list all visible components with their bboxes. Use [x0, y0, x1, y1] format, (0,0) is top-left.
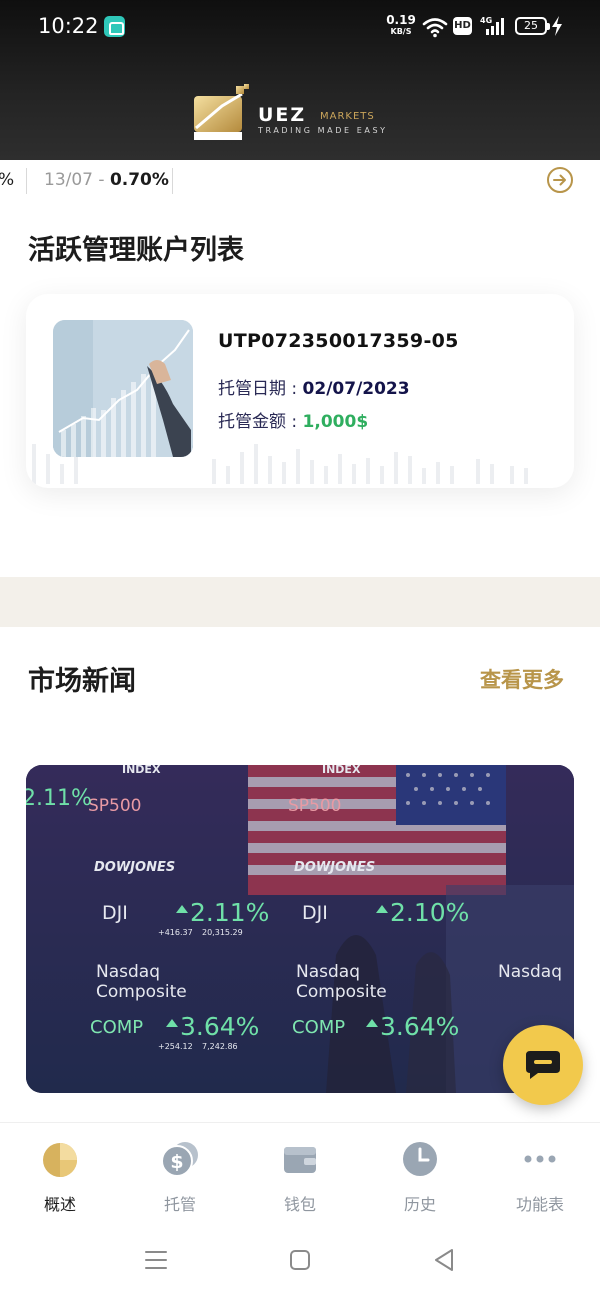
home-icon[interactable]	[280, 1240, 320, 1280]
news-nasdaq-label: Nasdaq	[498, 962, 562, 982]
network-type: 4G	[480, 16, 492, 25]
account-thumbnail-image	[53, 320, 193, 457]
clock-icon	[403, 1142, 437, 1176]
system-navigation-bar	[0, 1222, 600, 1300]
news-index-label: INDEX	[322, 765, 361, 776]
bottom-tab-bar: 概述 $ 托管 钱包 历史 功能表	[0, 1122, 600, 1222]
news-dji-label: DJI	[302, 902, 328, 924]
news-comp-label: COMP	[90, 1017, 143, 1038]
cellular-signal-icon: 4G	[480, 16, 504, 35]
news-edge-pct: 2.11%	[26, 786, 92, 811]
news-composite-label: Composite	[296, 982, 387, 1002]
brand-tagline: TRADING MADE EASY	[258, 126, 388, 135]
stock-board-photo: INDEX INDEX SP500 SP500 DOWJONES DOWJONE…	[26, 765, 574, 1093]
news-comp-pct: 3.64%	[380, 1012, 459, 1041]
active-accounts-title: 活跃管理账户列表	[28, 235, 244, 266]
network-speed-value: 0.19	[386, 13, 416, 27]
chat-support-button[interactable]	[503, 1025, 583, 1105]
news-comp-label: COMP	[292, 1017, 345, 1038]
hd-badge: HD	[453, 17, 472, 35]
ticker-item: %	[0, 170, 14, 190]
tab-menu[interactable]: 功能表	[480, 1123, 600, 1223]
more-dots-icon	[524, 1155, 556, 1163]
ticker-next-arrow-icon[interactable]	[546, 166, 574, 194]
rate-ticker[interactable]: % 13/07 - 0.70%	[0, 160, 600, 204]
ticker-date: 13/07 -	[44, 170, 110, 190]
news-small-figure: +254.12	[158, 1042, 193, 1051]
battery-indicator: 25	[515, 17, 550, 35]
back-icon[interactable]	[424, 1240, 464, 1280]
news-small-figure: 7,242.86	[202, 1042, 238, 1051]
charging-bolt-icon	[552, 16, 562, 36]
tab-label: 托管	[163, 1195, 196, 1214]
ticker-item: 13/07 - 0.70%	[44, 170, 169, 190]
news-small-figure: 20,315.29	[202, 928, 243, 937]
news-card-image[interactable]: INDEX INDEX SP500 SP500 DOWJONES DOWJONE…	[26, 765, 574, 1093]
custody-amount-value: 1,000$	[302, 412, 369, 432]
wallet-icon	[284, 1147, 316, 1173]
tab-label: 功能表	[515, 1195, 564, 1214]
brand-logo: UEZ MARKETS TRADING MADE EASY	[192, 82, 392, 144]
network-speed: 0.19 KB/S	[386, 14, 416, 36]
managed-account-card[interactable]: UTP072350017359-05 托管日期 : 02/07/2023 托管金…	[26, 294, 574, 488]
news-small-figure: +416.37	[158, 928, 193, 937]
ticker-value: 0.70%	[109, 170, 169, 190]
app-header: 10:22 0.19 KB/S HD 4G 25 UEZ MARKETS TRA…	[0, 0, 600, 160]
custody-amount-label: 托管金额 :	[218, 412, 303, 432]
custody-date-row: 托管日期 : 02/07/2023	[218, 374, 410, 399]
news-dji-pct: 2.11%	[190, 898, 269, 927]
tab-custody[interactable]: $ 托管	[120, 1123, 240, 1223]
view-more-link[interactable]: 查看更多	[480, 664, 564, 694]
news-sp500-label: SP500	[288, 796, 342, 816]
svg-text:$: $	[170, 1151, 183, 1173]
news-composite-label: Composite	[96, 982, 187, 1002]
chat-bubble-icon	[526, 1051, 560, 1079]
tab-history[interactable]: 历史	[360, 1123, 480, 1223]
status-bar: 10:22 0.19 KB/S HD 4G 25	[0, 0, 600, 56]
pie-chart-icon	[43, 1143, 77, 1177]
news-dji-label: DJI	[102, 902, 128, 924]
status-time: 10:22	[38, 14, 99, 38]
brand-name: UEZ	[258, 104, 307, 126]
rising-chart-illustration	[53, 320, 193, 457]
tab-label: 概述	[43, 1195, 76, 1214]
news-nasdaq-label: Nasdaq	[96, 962, 160, 982]
logo-mark-icon	[194, 84, 249, 140]
news-dji-pct: 2.10%	[390, 898, 469, 927]
tab-label: 钱包	[283, 1195, 316, 1214]
market-news-title: 市场新闻	[28, 666, 136, 697]
custody-amount-row: 托管金额 : 1,000$	[218, 407, 368, 432]
account-id: UTP072350017359-05	[218, 330, 459, 352]
news-nasdaq-label: Nasdaq	[296, 962, 360, 982]
news-sp500-label: SP500	[88, 796, 142, 816]
tab-label: 历史	[403, 1195, 436, 1214]
recent-apps-icon[interactable]	[136, 1240, 176, 1280]
custody-date-value: 02/07/2023	[302, 379, 410, 399]
wifi-icon	[422, 18, 448, 38]
network-speed-unit: KB/S	[390, 27, 412, 36]
app-notification-icon	[104, 16, 125, 37]
ticker-divider	[172, 168, 173, 194]
tab-overview[interactable]: 概述	[0, 1123, 120, 1223]
brand-suffix: MARKETS	[320, 111, 375, 122]
news-dowjones-label: DOWJONES	[94, 860, 175, 875]
ticker-value: %	[0, 170, 14, 190]
news-comp-pct: 3.64%	[180, 1012, 259, 1041]
news-dowjones-label: DOWJONES	[294, 860, 375, 875]
dollar-coins-icon: $	[161, 1142, 198, 1177]
tab-wallet[interactable]: 钱包	[240, 1123, 360, 1223]
custody-date-label: 托管日期 :	[218, 379, 303, 399]
ticker-divider	[26, 168, 27, 194]
news-index-label: INDEX	[122, 765, 161, 776]
section-divider	[0, 577, 600, 627]
